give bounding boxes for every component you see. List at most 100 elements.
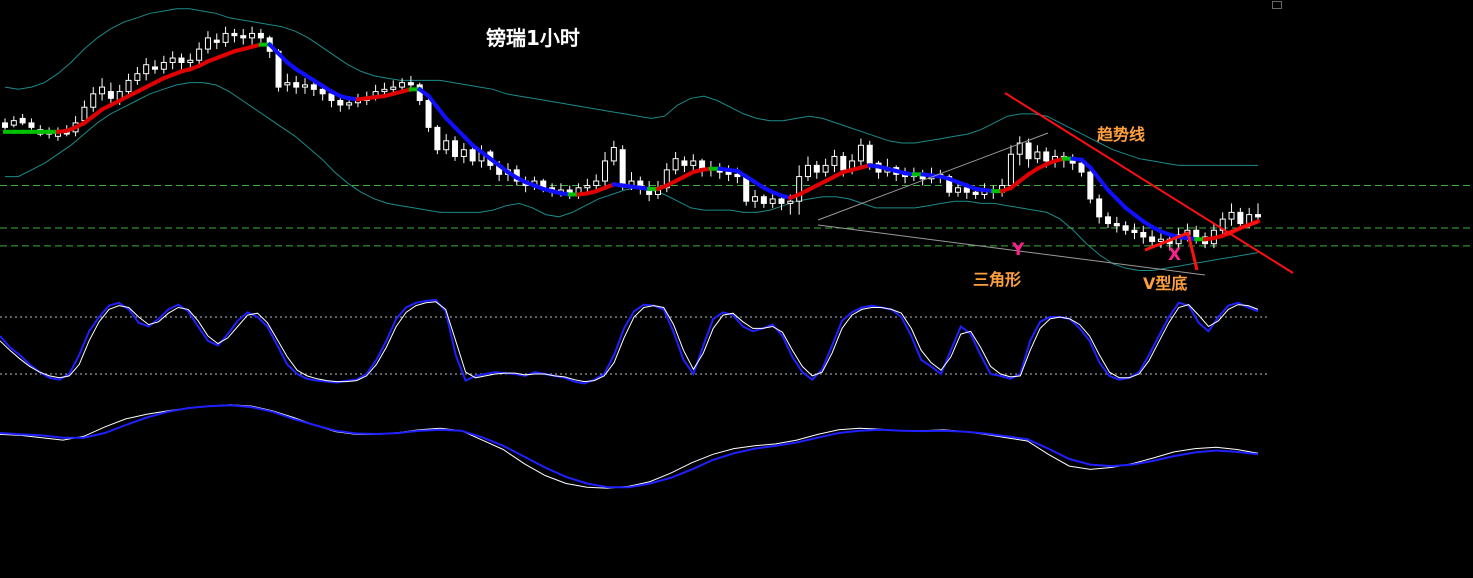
- candle-bearish: [1078, 162, 1085, 173]
- candle-bearish: [1255, 214, 1261, 218]
- point-y-label: Y: [1012, 240, 1025, 260]
- candle-bearish: [1096, 198, 1103, 218]
- candle-bearish: [425, 100, 432, 128]
- candle-bullish: [222, 32, 229, 43]
- candle-bullish: [690, 160, 697, 166]
- candle-bearish: [28, 122, 35, 128]
- candle-bullish: [346, 102, 353, 106]
- candle-bullish: [204, 37, 211, 50]
- point-x-label: X: [1168, 245, 1182, 265]
- candle-bearish: [434, 126, 441, 151]
- candle-bearish: [152, 66, 159, 70]
- candle-bullish: [443, 140, 450, 151]
- forex-chart: [0, 8, 1473, 489]
- trendline-label: 趋势线: [1097, 125, 1146, 144]
- candle-bearish: [293, 82, 300, 88]
- candle-bullish: [804, 164, 811, 178]
- candle-bearish: [972, 191, 979, 195]
- candle-bearish: [107, 91, 114, 99]
- oscillator-panel-1: [0, 298, 1268, 385]
- candle-bullish: [610, 147, 617, 162]
- candle-bearish: [178, 57, 185, 64]
- candle-bullish: [1007, 153, 1014, 187]
- candle-bullish: [390, 86, 397, 90]
- candle-bearish: [1025, 142, 1032, 160]
- candle-bullish: [460, 149, 467, 157]
- candle-bearish: [257, 32, 264, 39]
- candle-bearish: [231, 32, 238, 37]
- oscillator-1-fast-line: [0, 298, 1259, 385]
- candle-bullish: [284, 82, 291, 86]
- candle-bearish: [1193, 229, 1200, 238]
- moving-average-line: [3, 41, 1261, 242]
- candle-bearish: [2, 122, 8, 128]
- candle-bearish: [19, 117, 26, 124]
- candle-bullish: [593, 180, 600, 187]
- candle-bullish: [672, 158, 679, 171]
- candle-bearish: [734, 173, 741, 178]
- candle-bullish: [187, 59, 194, 63]
- candle-bearish: [760, 196, 767, 204]
- candle-bullish: [302, 84, 309, 88]
- candle-bullish: [796, 176, 803, 202]
- candle-bullish: [787, 200, 794, 204]
- candle-bullish: [399, 82, 406, 88]
- candle-bearish: [1104, 216, 1111, 225]
- oscillator-panel-2: [0, 404, 1259, 489]
- candle-bearish: [407, 82, 414, 86]
- candle-bearish: [813, 164, 820, 173]
- candle-bullish: [584, 185, 591, 189]
- candle-bearish: [452, 140, 459, 157]
- candle-bearish: [1140, 232, 1147, 238]
- candle-bearish: [681, 160, 688, 166]
- candle-bullish: [143, 64, 150, 75]
- scroll-marker: [1272, 1, 1282, 9]
- v-bottom-label: V型底: [1143, 274, 1188, 293]
- candle-bullish: [196, 48, 203, 61]
- candle-bullish: [752, 196, 759, 202]
- candle-bullish: [134, 73, 141, 81]
- candle-bearish: [337, 100, 344, 106]
- candle-bearish: [240, 35, 247, 39]
- candle-bearish: [1122, 225, 1129, 231]
- candle-bullish: [954, 187, 961, 193]
- candle-bullish: [602, 160, 609, 182]
- candle-bearish: [619, 149, 626, 187]
- bollinger-upper-line: [4, 8, 1258, 166]
- candle-bearish: [1087, 171, 1094, 200]
- ma-segment: [1096, 176, 1111, 193]
- candle-bullish: [249, 32, 256, 39]
- candle-bearish: [1149, 236, 1156, 242]
- candle-bullish: [822, 164, 829, 173]
- candle-bearish: [1131, 229, 1138, 233]
- candle-bullish: [125, 79, 132, 93]
- triangle-label: 三角形: [973, 270, 1022, 289]
- oscillator-2-main-line: [0, 404, 1259, 489]
- candle-bullish: [81, 106, 88, 122]
- candle-bullish: [1157, 238, 1164, 242]
- candle-bearish: [963, 187, 970, 193]
- candle-bearish: [840, 155, 847, 171]
- candle-bearish: [469, 149, 476, 162]
- candles: [2, 26, 1261, 251]
- candle-bullish: [10, 120, 17, 126]
- candle-bearish: [328, 93, 335, 102]
- candle-bullish: [857, 144, 864, 162]
- candle-bearish: [743, 176, 750, 202]
- chart-title: 镑瑞1小时: [486, 26, 580, 50]
- candle-bearish: [1237, 211, 1244, 225]
- candle-bearish: [778, 198, 785, 204]
- oscillator-2-signal-line: [0, 404, 1259, 489]
- candle-bearish: [1113, 223, 1120, 227]
- candle-bearish: [213, 39, 220, 43]
- bollinger-bands: [4, 8, 1259, 271]
- candle-bullish: [169, 57, 176, 64]
- candle-bearish: [1043, 151, 1050, 162]
- candle-bearish: [866, 144, 873, 164]
- candle-bullish: [381, 88, 388, 93]
- candle-bullish: [831, 155, 838, 166]
- candle-bearish: [725, 171, 732, 175]
- ma-segment: [434, 104, 450, 122]
- candle-bullish: [1034, 151, 1041, 160]
- candle-bearish: [319, 88, 326, 95]
